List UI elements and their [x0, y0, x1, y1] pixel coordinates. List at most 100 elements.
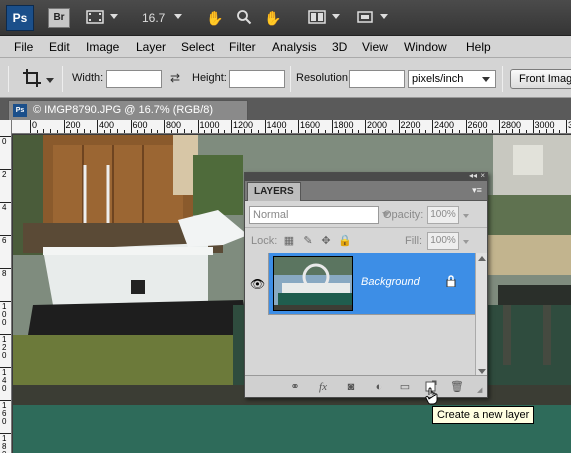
- menu-analysis[interactable]: Analysis: [272, 40, 317, 54]
- ruler-minor-tick: [311, 129, 313, 133]
- panel-title-strip[interactable]: ◂◂ ×: [245, 172, 487, 181]
- fx-icon[interactable]: fx: [315, 380, 331, 394]
- adjustment-layer-icon[interactable]: ◐: [371, 380, 387, 394]
- layer-mask-icon[interactable]: ◙: [343, 380, 359, 394]
- lock-transparent-icon[interactable]: ▦: [283, 235, 295, 247]
- resize-grip-icon[interactable]: ◢: [477, 387, 485, 395]
- height-field[interactable]: [229, 70, 285, 88]
- scroll-up-icon[interactable]: [478, 256, 486, 261]
- lock-label: Lock:: [251, 235, 278, 247]
- ruler-tick: [97, 120, 98, 133]
- lock-row: Lock: ▦ ✎ ✥ 🔒 Fill: 100%: [245, 228, 487, 254]
- ruler-label: 2000: [367, 120, 388, 130]
- ruler-minor-tick: [257, 130, 259, 133]
- panel-menu-icon[interactable]: ▾≡: [471, 184, 483, 196]
- ruler-minor-tick: [438, 130, 440, 133]
- film-strip-icon[interactable]: [86, 9, 104, 29]
- resolution-unit-value: pixels/inch: [412, 73, 464, 85]
- ruler-label: 0: [2, 137, 7, 146]
- menu-window[interactable]: Window: [404, 40, 447, 54]
- menu-3d[interactable]: 3D: [332, 40, 347, 54]
- layer-name[interactable]: Background: [361, 276, 420, 288]
- ruler-label: 6: [2, 236, 7, 245]
- lock-position-icon[interactable]: ✥: [320, 235, 332, 247]
- fill-field[interactable]: 100%: [427, 232, 459, 250]
- ruler-label: 2400: [434, 120, 455, 130]
- crop-tool-icon[interactable]: [22, 68, 42, 91]
- screen-mode-icon[interactable]: [356, 9, 374, 29]
- rotate-view-icon[interactable]: ✋: [264, 9, 281, 27]
- chevron-down-icon[interactable]: [46, 78, 54, 83]
- eye-icon[interactable]: 👁: [250, 277, 265, 291]
- blend-mode-value: Normal: [253, 209, 289, 221]
- chevron-down-icon[interactable]: [110, 14, 118, 19]
- document-tab[interactable]: Ps © IMGP8790.JPG @ 16.7% (RGB/8): [8, 100, 248, 120]
- close-icon[interactable]: ×: [480, 172, 485, 180]
- ruler-minor-tick: [559, 130, 561, 133]
- ruler-minor-tick: [157, 130, 159, 133]
- ruler-label: 0: [2, 318, 7, 327]
- ruler-minor-tick: [519, 129, 521, 133]
- menu-file[interactable]: File: [14, 40, 33, 54]
- front-image-button[interactable]: Front Image: [510, 69, 571, 89]
- visibility-toggle[interactable]: 👁: [245, 253, 269, 315]
- ruler-tick: [432, 120, 433, 133]
- chevron-down-icon[interactable]: [463, 214, 469, 218]
- ruler-label: 1800: [333, 120, 354, 130]
- menu-image[interactable]: Image: [86, 40, 119, 54]
- resolution-field[interactable]: [349, 70, 405, 88]
- menu-filter[interactable]: Filter: [229, 40, 256, 54]
- hand-icon[interactable]: ✋: [206, 9, 223, 27]
- layer-row-background[interactable]: 👁 Background: [245, 253, 475, 315]
- swap-dimensions-icon[interactable]: ⇄: [170, 71, 180, 85]
- menu-help[interactable]: Help: [466, 40, 491, 54]
- zoom-level[interactable]: 16.7: [142, 11, 165, 25]
- ruler-minor-tick: [56, 130, 58, 133]
- ruler-label: 4: [2, 203, 7, 212]
- ruler-label: 200: [65, 120, 81, 130]
- resolution-unit-select[interactable]: pixels/inch: [408, 70, 496, 88]
- menu-select[interactable]: Select: [181, 40, 214, 54]
- chevron-down-icon[interactable]: [332, 14, 340, 19]
- ruler-minor-tick: [224, 130, 226, 133]
- ruler-tick: [30, 120, 31, 133]
- menu-view[interactable]: View: [362, 40, 388, 54]
- ruler-minor-tick: [210, 129, 212, 133]
- scroll-down-icon[interactable]: [478, 369, 486, 374]
- lock-image-icon[interactable]: ✎: [302, 235, 314, 247]
- ruler-minor-tick: [411, 129, 413, 133]
- vertical-ruler[interactable]: 02468100120140160180: [0, 120, 12, 453]
- link-layers-icon[interactable]: ⚭: [287, 380, 303, 394]
- ruler-minor-tick: [43, 129, 45, 133]
- layers-scrollbar[interactable]: [475, 253, 487, 377]
- chevron-down-icon[interactable]: [463, 240, 469, 244]
- ruler-minor-tick: [304, 130, 306, 133]
- blend-mode-select[interactable]: Normal: [249, 206, 390, 224]
- width-label: Width:: [72, 72, 104, 84]
- ruler-label: 400: [99, 120, 115, 130]
- ruler-tick: [63, 120, 65, 133]
- opacity-field[interactable]: 100%: [427, 206, 459, 224]
- ruler-minor-tick: [83, 129, 85, 133]
- document-title: © IMGP8790.JPG @ 16.7% (RGB/8): [33, 104, 214, 116]
- menu-edit[interactable]: Edit: [49, 40, 70, 54]
- menu-layer[interactable]: Layer: [136, 40, 166, 54]
- trash-icon[interactable]: 🗑: [449, 380, 465, 394]
- horizontal-ruler[interactable]: 0 200 400 600 800 1000 1200 1400 1600 1800 2000 220…: [12, 120, 571, 134]
- width-field[interactable]: [106, 70, 162, 88]
- height-label: Height:: [192, 72, 227, 84]
- ruler-minor-tick: [204, 130, 206, 133]
- zoom-icon[interactable]: [236, 9, 252, 29]
- chevron-down-icon[interactable]: [380, 14, 388, 19]
- collapse-icon[interactable]: ◂◂: [469, 172, 477, 180]
- ruler-minor-tick: [90, 130, 92, 133]
- bridge-button[interactable]: Br: [48, 8, 70, 28]
- group-folder-icon[interactable]: ▭: [397, 380, 413, 394]
- arrange-documents-icon[interactable]: [308, 9, 326, 29]
- ruler-minor-tick: [539, 130, 541, 133]
- chevron-down-icon[interactable]: [174, 14, 182, 19]
- tab-layers[interactable]: LAYERS: [247, 182, 301, 201]
- ruler-tick: [331, 120, 333, 133]
- opacity-label: Opacity:: [383, 209, 424, 221]
- lock-all-icon[interactable]: 🔒: [338, 235, 352, 247]
